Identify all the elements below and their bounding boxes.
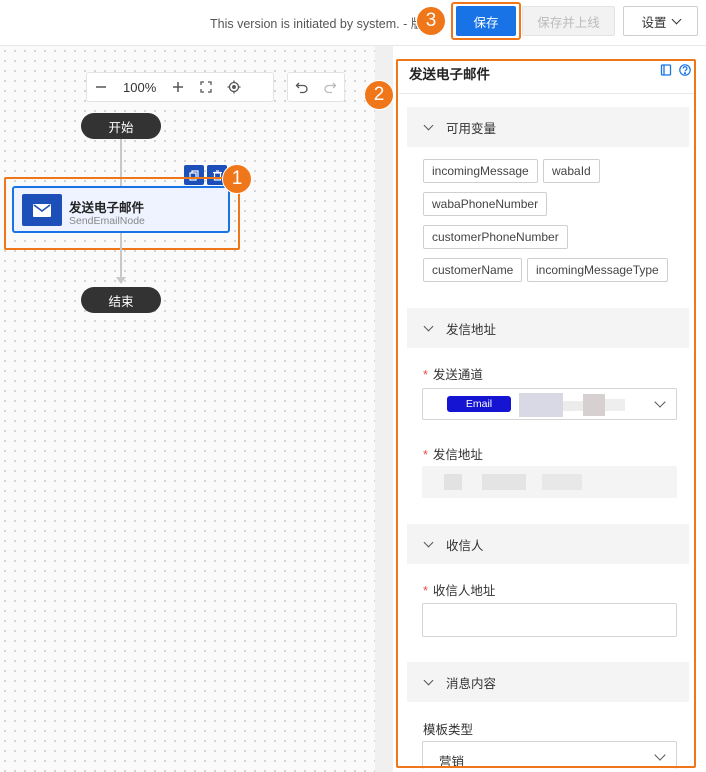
- minus-icon: [96, 86, 106, 88]
- settings-dropdown[interactable]: 设置: [623, 6, 698, 36]
- version-info: This version is initiated by system. - 版…: [210, 17, 436, 31]
- history-toolbar: [287, 72, 345, 102]
- save-button-highlight: [451, 2, 521, 40]
- zoom-level: 100%: [123, 79, 157, 95]
- canvas-toolbar: 100%: [86, 72, 274, 102]
- flow-canvas[interactable]: [0, 46, 375, 772]
- step-badge-2: 2: [364, 80, 394, 110]
- settings-label: 设置: [641, 15, 667, 30]
- node-highlight: [4, 177, 240, 250]
- fit-screen-button[interactable]: [192, 73, 220, 101]
- plus-icon: [173, 82, 184, 92]
- locate-button[interactable]: [220, 73, 248, 101]
- undo-icon: [295, 82, 308, 94]
- step-badge-1: 1: [222, 164, 252, 194]
- canvas-divider: [375, 46, 393, 772]
- redo-button[interactable]: [316, 73, 344, 101]
- end-node[interactable]: 结束: [81, 287, 161, 313]
- step-badge-3: 3: [416, 6, 446, 36]
- start-node[interactable]: 开始: [81, 113, 161, 139]
- redo-icon: [324, 82, 337, 94]
- connector-line: [120, 233, 122, 277]
- chevron-down-icon: [671, 14, 681, 24]
- target-icon: [227, 80, 241, 94]
- zoom-in-button[interactable]: [164, 73, 192, 101]
- zoom-out-button[interactable]: [87, 73, 115, 101]
- save-and-publish-button[interactable]: 保存并上线: [522, 6, 615, 36]
- undo-button[interactable]: [288, 73, 316, 101]
- arrow-down-icon: [116, 277, 126, 284]
- panel-highlight: [396, 59, 696, 768]
- fit-screen-icon: [200, 81, 212, 93]
